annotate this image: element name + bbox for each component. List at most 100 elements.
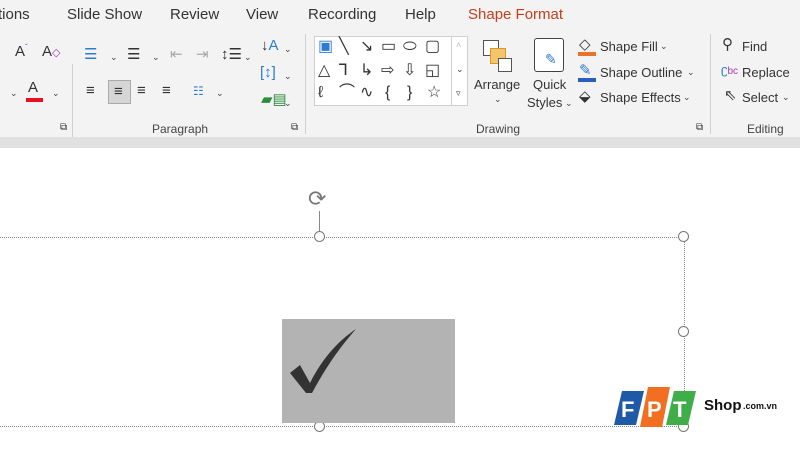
increase-indent-icon[interactable]: ⇥ — [196, 47, 209, 62]
chevron-down-icon[interactable]: ⌄ — [244, 52, 252, 63]
numbering-icon[interactable]: ☰ — [127, 47, 140, 62]
group-label-editing: Editing — [747, 122, 784, 136]
oval-shape-icon[interactable]: ⬭ — [403, 39, 417, 55]
chevron-down-icon[interactable]: ⌄ — [284, 44, 292, 55]
replace-icon[interactable]: ʗbc — [721, 63, 738, 77]
fill-color-bar — [578, 52, 596, 56]
rotate-handle-icon[interactable]: ⟳ — [308, 186, 326, 212]
shape-outline-button[interactable]: Shape Outline — [600, 65, 682, 80]
chevron-down-icon[interactable]: ⌄ — [216, 88, 224, 99]
tab-recording[interactable]: Recording — [308, 6, 376, 23]
gray-rectangle-shape[interactable] — [282, 319, 455, 423]
line-spacing-icon[interactable]: ↕☰ — [221, 47, 242, 62]
select-cursor-icon[interactable]: ⇖ — [724, 88, 737, 103]
rounded-rectangle-shape-icon[interactable]: ▢ — [425, 39, 440, 55]
elbow-arrow-shape-icon[interactable]: ↳ — [360, 63, 373, 79]
scribble-shape-icon[interactable]: ℓ — [318, 85, 323, 101]
dialog-launcher-icon[interactable]: ⧉ — [60, 123, 67, 133]
shape-effects-button[interactable]: Shape Effects — [600, 90, 681, 105]
shape-outline-icon[interactable]: ✎ — [579, 63, 592, 78]
star-shape-icon[interactable]: ☆ — [427, 85, 441, 101]
curve-shape-icon[interactable]: ∿ — [360, 85, 373, 101]
columns-icon[interactable]: ☷ — [193, 85, 204, 97]
chevron-down-icon[interactable]: ⌄ — [284, 98, 292, 109]
arrange-button[interactable]: Arrange — [474, 77, 520, 92]
chevron-down-icon[interactable]: ⌄ — [152, 52, 160, 63]
smartart-icon[interactable]: ▰▤ — [261, 92, 287, 107]
rectangle-shape-icon[interactable]: ▭ — [381, 39, 396, 55]
align-text-icon[interactable]: [↕] — [260, 65, 276, 80]
shape-effects-icon[interactable]: ⬙ — [579, 89, 591, 104]
arc-shape-icon[interactable]: ⌒ — [339, 85, 355, 101]
resize-handle[interactable] — [678, 326, 689, 337]
group-label-paragraph: Paragraph — [152, 122, 209, 136]
shape-fill-icon[interactable]: ◇ — [579, 37, 591, 52]
svg-text:T: T — [673, 397, 687, 422]
tab-review[interactable]: Review — [170, 6, 219, 23]
connector-shape-icon[interactable]: ⅂ — [339, 63, 348, 79]
right-brace-shape-icon[interactable]: } — [407, 85, 412, 101]
down-arrow-shape-icon[interactable]: ⇩ — [403, 63, 416, 79]
replace-button[interactable]: Replace — [742, 65, 790, 80]
tab-help[interactable]: Help — [405, 6, 436, 23]
right-arrow-shape-icon[interactable]: ⇨ — [381, 63, 394, 79]
text-box-shape-icon[interactable]: ▣ — [318, 39, 333, 55]
chevron-down-icon[interactable]: ⌄ — [683, 92, 691, 103]
tab-animations[interactable]: tions — [0, 6, 30, 23]
font-color-bar — [26, 98, 43, 102]
ribbon: Aˇ A◇ ⌄ A ⌄ ⧉ ☰ ⌄ ☰ ⌄ ⇤ ⇥ ↕☰ ⌄ ≡ ≡ ≡ ≡ ☷… — [0, 30, 800, 164]
tab-shape-format[interactable]: Shape Format — [468, 6, 563, 23]
tab-slide-show[interactable]: Slide Show — [67, 6, 142, 23]
triangle-shape-icon[interactable]: △ — [318, 63, 330, 79]
clear-formatting-icon[interactable]: A◇ — [42, 44, 60, 59]
find-button[interactable]: Find — [742, 39, 767, 54]
find-icon[interactable]: ⚲ — [722, 37, 733, 52]
resize-handle[interactable] — [678, 231, 689, 242]
separator — [710, 34, 711, 134]
chevron-down-icon[interactable]: ⌄ — [660, 41, 668, 52]
shape-fill-button[interactable]: Shape Fill — [600, 39, 658, 54]
chevron-down-icon[interactable]: ⌄ — [782, 92, 790, 103]
freeform-shape-icon[interactable]: ◱ — [425, 63, 440, 79]
resize-handle[interactable] — [314, 231, 325, 242]
select-button[interactable]: Select — [742, 90, 778, 105]
justify-icon[interactable]: ≡ — [162, 83, 171, 98]
gallery-scroll[interactable]: ˄ ⌄ ▿ — [451, 36, 468, 106]
bullets-icon[interactable]: ☰ — [84, 47, 97, 62]
dialog-launcher-icon[interactable]: ⧉ — [696, 123, 703, 133]
group-label-drawing: Drawing — [476, 122, 521, 136]
quick-styles-label[interactable]: Quick — [533, 77, 566, 92]
logo-domain-text: .com.vn — [743, 401, 778, 411]
chevron-down-icon[interactable]: ⌄ — [687, 67, 695, 78]
align-center-button[interactable]: ≡ — [108, 80, 131, 104]
svg-text:F: F — [621, 397, 634, 422]
dialog-launcher-icon[interactable]: ⧉ — [291, 123, 298, 133]
more-icon[interactable]: ▿ — [456, 88, 461, 99]
ribbon-bottom-border — [0, 137, 800, 148]
tab-view[interactable]: View — [246, 6, 278, 23]
chevron-down-icon[interactable]: ⌄ — [110, 52, 118, 63]
align-right-icon[interactable]: ≡ — [137, 83, 146, 98]
chevron-down-icon[interactable]: ⌄ — [52, 88, 60, 99]
chevron-down-icon[interactable]: ⌄ — [565, 98, 573, 109]
align-left-icon[interactable]: ≡ — [86, 83, 95, 98]
text-direction-icon[interactable]: ↓A — [261, 38, 279, 53]
grow-font-icon[interactable]: Aˇ — [15, 44, 28, 60]
chevron-down-icon[interactable]: ⌄ — [10, 88, 18, 99]
shapes-gallery[interactable]: ▣ ╲ ↘ ▭ ⬭ ▢ △ ⅂ ↳ ⇨ ⇩ ◱ ℓ ⌒ ∿ { } ☆ — [314, 36, 468, 106]
line-shape-icon[interactable]: ╲ — [339, 39, 349, 55]
chevron-down-icon[interactable]: ⌄ — [494, 94, 502, 105]
scroll-down-icon[interactable]: ⌄ — [456, 64, 464, 75]
font-color-icon[interactable]: A — [28, 80, 38, 95]
arrow-shape-icon[interactable]: ↘ — [360, 39, 373, 55]
quick-styles-icon[interactable]: ✎ — [534, 38, 564, 72]
checkmark-icon — [290, 329, 356, 393]
scroll-up-icon[interactable]: ˄ — [456, 40, 461, 50]
slide-canvas[interactable]: ⟳ F P T Shop .com.vn — [0, 148, 800, 450]
quick-styles-label-2[interactable]: Styles — [527, 95, 562, 110]
chevron-down-icon[interactable]: ⌄ — [284, 71, 292, 82]
decrease-indent-icon[interactable]: ⇤ — [170, 47, 183, 62]
left-brace-shape-icon[interactable]: { — [385, 85, 390, 101]
align-center-icon: ≡ — [114, 83, 123, 100]
outline-color-bar — [578, 78, 596, 82]
